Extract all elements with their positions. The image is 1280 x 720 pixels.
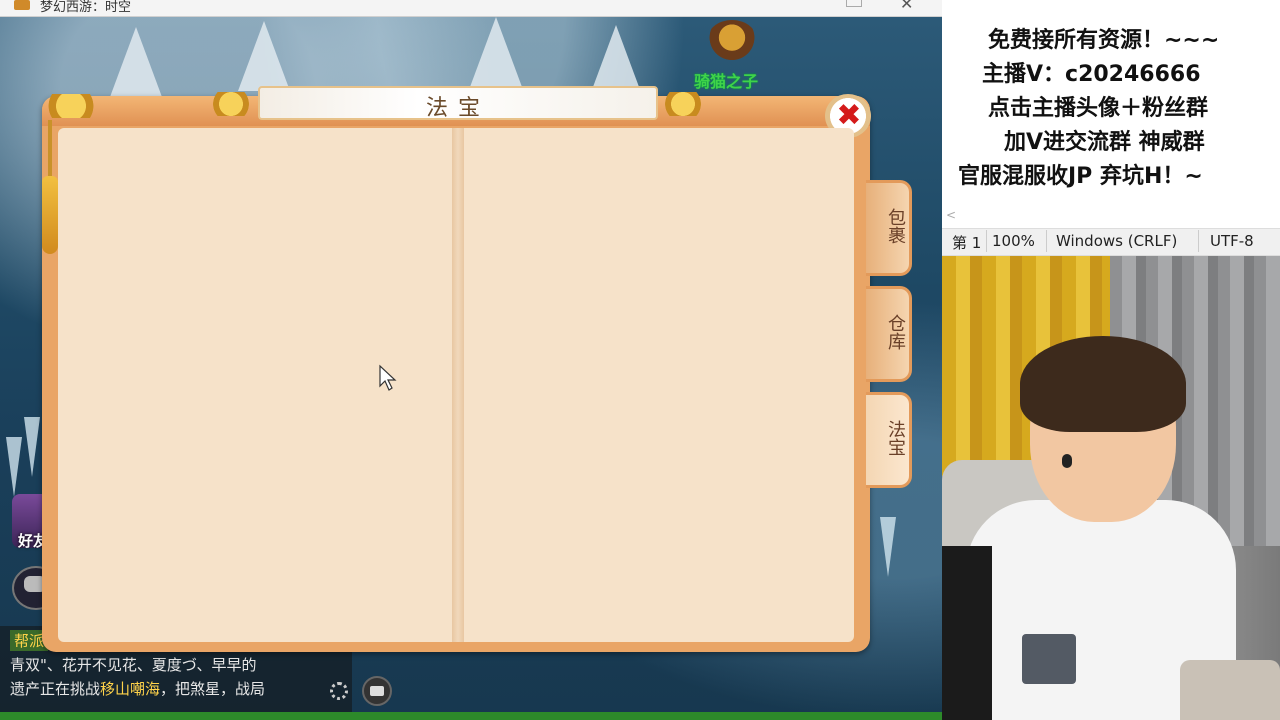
chat-message: 青双"、花开不见花、夏度づ、早早的	[10, 656, 257, 674]
tab-warehouse-label: 仓库	[885, 314, 906, 350]
window-title: 梦幻西游：时空	[40, 0, 132, 15]
earphone-icon	[1062, 454, 1072, 468]
notice-line: 免费接所有资源！~~~	[988, 28, 1220, 53]
page-divider	[452, 128, 464, 642]
chat-message-text: 遗产正在挑战移山嘲海，把煞星，战局	[10, 680, 266, 698]
icicle	[880, 517, 896, 577]
microphone-stand	[942, 546, 992, 720]
statusbar-separator	[1046, 230, 1047, 252]
app-icon	[14, 0, 30, 10]
snow-tree	[110, 27, 162, 97]
gear-icon[interactable]	[330, 682, 348, 700]
camera-icon[interactable]	[362, 676, 392, 706]
statusbar-line-ending: Windows (CRLF)	[1056, 232, 1178, 250]
right-page-panel[interactable]	[464, 128, 854, 642]
snow-tree	[590, 25, 642, 95]
chat-highlight[interactable]: 移山嘲海	[100, 680, 160, 698]
icicle	[24, 417, 40, 477]
gold-ornament-icon	[204, 92, 258, 116]
tab-treasure-label: 法宝	[885, 420, 906, 456]
notice-line: 官服混服收JP 弃坑H！~	[958, 164, 1203, 189]
statusbar-separator	[1198, 230, 1199, 252]
bottom-status-strip	[0, 712, 942, 720]
statusbar-line: 第 1	[952, 234, 982, 252]
snow-tree	[470, 17, 522, 87]
npc-character[interactable]	[706, 20, 758, 64]
notice-line: 加V进交流群 神威群	[1004, 130, 1205, 155]
statusbar-zoom: 100%	[992, 232, 1035, 250]
window-titlebar[interactable]	[0, 0, 942, 17]
desk-object	[1180, 660, 1280, 720]
statusbar-separator	[986, 230, 987, 252]
streamer-hair	[1020, 336, 1186, 432]
notice-line: 主播V：c20246666	[982, 62, 1201, 87]
icicle	[6, 437, 22, 497]
tassel-icon	[42, 176, 58, 254]
window-close-button[interactable]: ✕	[900, 0, 913, 13]
scroll-left-arrow[interactable]: <	[946, 208, 956, 222]
maximize-button[interactable]	[846, 0, 862, 7]
gold-ornament-icon	[656, 92, 710, 116]
statusbar-encoding: UTF-8	[1210, 232, 1254, 250]
npc-name-label: 骑猫之子	[694, 72, 759, 91]
game-window: 梦幻西游：时空 ✕ 骑猫之子 好友 帮派 青双"、花开不见花、夏度づ、早早的 遗…	[0, 0, 942, 720]
gold-ornament-icon	[36, 94, 106, 118]
chat-message: 遗产正在挑战移山嘲海，把煞星，战局	[10, 678, 265, 699]
notice-line: 点击主播头像＋粉丝群	[988, 96, 1209, 121]
shirt-print	[1022, 634, 1076, 684]
tassel-cord	[48, 120, 52, 180]
cursor-arrow-icon	[379, 364, 397, 391]
tab-package-label: 包裹	[885, 208, 906, 244]
dialog-title: 法宝	[425, 96, 490, 121]
snow-tree	[238, 21, 290, 91]
